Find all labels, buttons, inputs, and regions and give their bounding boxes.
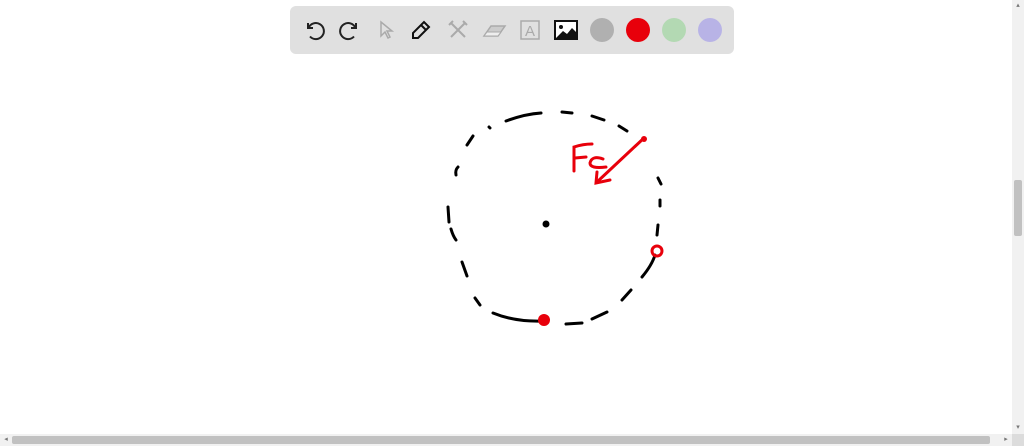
vertical-scrollbar[interactable]: ▴ ▾ xyxy=(1012,0,1024,434)
text-tool-glyph: A xyxy=(525,23,535,40)
dash xyxy=(460,260,469,278)
redo-button[interactable] xyxy=(336,16,364,44)
select-tool-button[interactable] xyxy=(372,16,400,44)
color-red-swatch[interactable] xyxy=(626,18,650,42)
dash xyxy=(564,321,584,326)
image-button[interactable] xyxy=(552,16,580,44)
dash xyxy=(590,114,606,122)
eraser-icon xyxy=(482,25,507,37)
dash xyxy=(620,288,633,302)
redo-icon xyxy=(339,22,357,41)
image-icon xyxy=(554,20,578,40)
point-a xyxy=(538,314,550,326)
dash xyxy=(640,253,657,279)
dash xyxy=(487,125,492,130)
fc-label xyxy=(572,142,608,173)
horizontal-scroll-thumb[interactable] xyxy=(12,436,990,444)
dash xyxy=(655,223,660,237)
dash xyxy=(491,311,545,323)
pen-tool-button[interactable] xyxy=(407,16,435,44)
force-arrow xyxy=(594,136,646,185)
color-green-swatch[interactable] xyxy=(662,18,686,42)
dash xyxy=(617,124,629,133)
eraser-button[interactable] xyxy=(480,16,508,44)
scroll-left-arrow[interactable]: ◂ xyxy=(0,434,12,446)
dash xyxy=(560,110,574,115)
dash xyxy=(454,165,460,177)
text-tool-button[interactable]: A xyxy=(516,16,544,44)
center-point xyxy=(542,220,550,228)
pencil-icon xyxy=(412,20,431,39)
tools-button[interactable] xyxy=(444,16,472,44)
color-gray-swatch[interactable] xyxy=(590,18,614,42)
scroll-up-arrow[interactable]: ▴ xyxy=(1012,0,1024,12)
color-purple-swatch[interactable] xyxy=(698,18,722,42)
dash xyxy=(446,205,451,224)
sketch xyxy=(446,110,664,326)
vertical-scroll-thumb[interactable] xyxy=(1014,180,1022,236)
dash xyxy=(449,227,458,242)
scroll-right-arrow[interactable]: ▸ xyxy=(1000,434,1012,446)
horizontal-scrollbar[interactable]: ◂ ▸ xyxy=(0,434,1012,446)
hammer-wrench-icon xyxy=(448,20,468,38)
point-b xyxy=(650,244,664,258)
dash xyxy=(473,296,482,307)
cursor-icon xyxy=(380,20,395,40)
dash xyxy=(504,111,543,123)
dash xyxy=(465,134,475,147)
undo-button[interactable] xyxy=(300,16,328,44)
scroll-down-arrow[interactable]: ▾ xyxy=(1012,422,1024,434)
drawing-toolbar: A xyxy=(290,6,734,54)
dash xyxy=(656,176,663,186)
drawing-canvas[interactable] xyxy=(0,0,1012,434)
undo-icon xyxy=(307,22,325,41)
scrollbar-corner xyxy=(1012,434,1024,446)
text-box-icon: A xyxy=(520,20,540,40)
dash xyxy=(590,310,609,321)
point-start xyxy=(641,136,647,142)
